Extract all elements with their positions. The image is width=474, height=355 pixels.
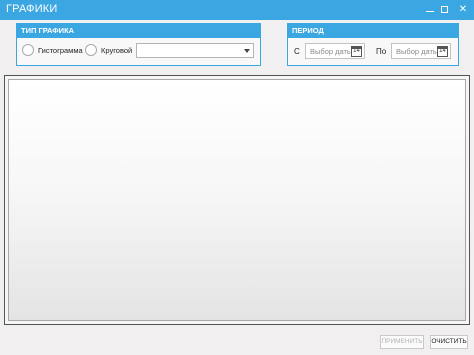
close-icon: ✕: [458, 4, 468, 15]
period-group: ПЕРИОД С Выбор даты 14 По Выбор даты 14: [287, 23, 459, 66]
chart-selector-dropdown[interactable]: [136, 43, 254, 58]
chart-type-group: ТИП ГРАФИКА Гистограмма Круговой: [16, 23, 261, 66]
maximize-button[interactable]: [437, 0, 453, 20]
radio-pie[interactable]: [85, 44, 97, 56]
maximize-icon: [441, 6, 448, 13]
window-title: ГРАФИКИ: [6, 3, 58, 15]
to-date-placeholder: Выбор даты: [396, 47, 439, 56]
from-date-picker[interactable]: Выбор даты 14: [305, 43, 365, 59]
close-button[interactable]: ✕: [455, 0, 471, 20]
title-bar: ГРАФИКИ ✕: [0, 0, 474, 20]
to-date-picker[interactable]: Выбор даты 14: [391, 43, 451, 59]
calendar-icon[interactable]: 14: [351, 46, 362, 57]
to-label: По: [376, 47, 387, 56]
clear-button[interactable]: ОЧИСТИТЬ: [430, 335, 468, 349]
apply-button[interactable]: ПРИМЕНИТЬ: [380, 335, 424, 349]
minimize-icon: [426, 11, 434, 12]
radio-histogram-label[interactable]: Гистограмма: [38, 46, 83, 55]
chevron-down-icon[interactable]: [244, 49, 250, 53]
chart-type-header: ТИП ГРАФИКА: [17, 24, 260, 38]
from-date-placeholder: Выбор даты: [310, 47, 353, 56]
radio-histogram[interactable]: [22, 44, 34, 56]
calendar-icon[interactable]: 14: [437, 46, 448, 57]
chart-plot-surface: [8, 79, 466, 321]
period-header: ПЕРИОД: [288, 24, 458, 38]
radio-pie-label[interactable]: Круговой: [101, 46, 132, 55]
from-label: С: [294, 47, 300, 56]
chart-area: [4, 75, 470, 325]
minimize-button[interactable]: [422, 0, 438, 20]
